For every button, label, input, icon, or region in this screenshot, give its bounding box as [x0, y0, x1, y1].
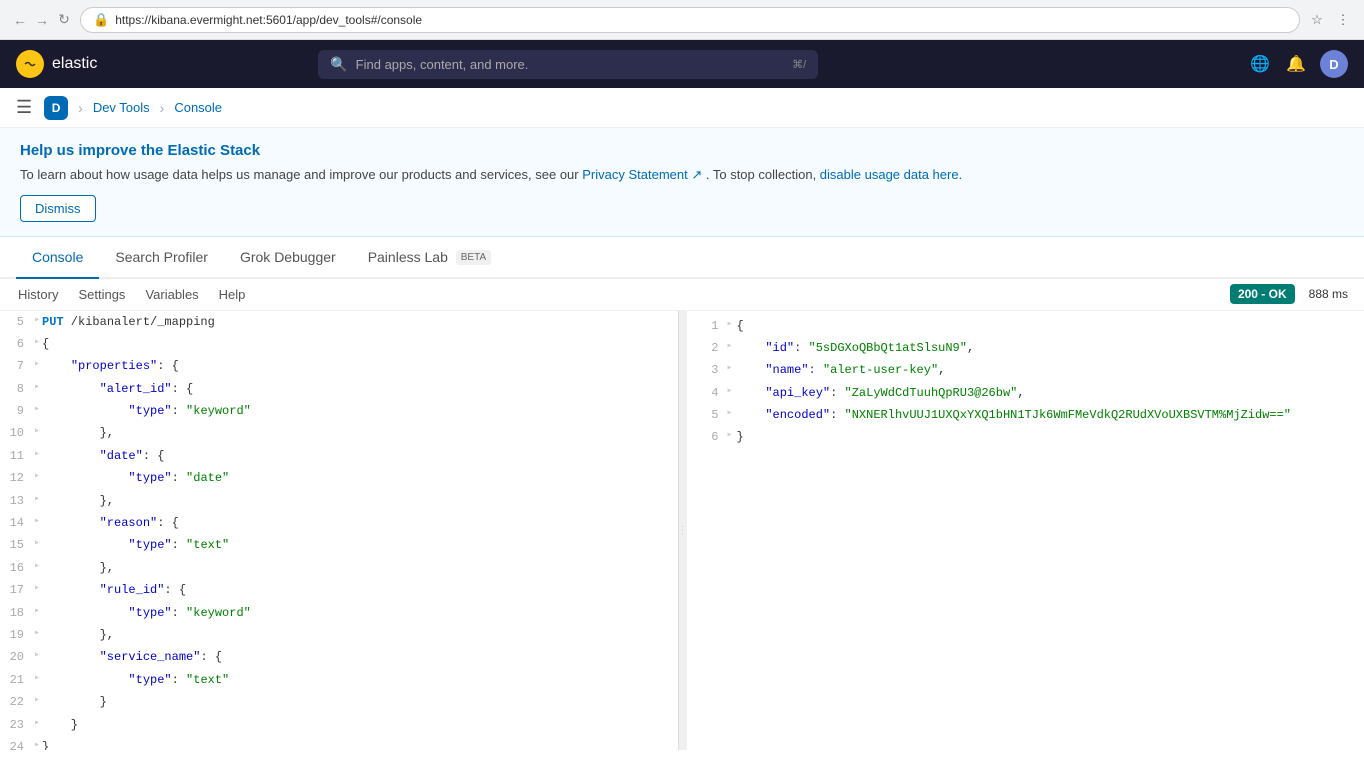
- settings-btn[interactable]: Settings: [76, 283, 127, 306]
- history-btn[interactable]: History: [16, 283, 60, 306]
- code-line-8: 8 ▸ "alert_id": {: [0, 378, 678, 400]
- refresh-button[interactable]: ↻: [56, 12, 72, 28]
- main-area: 5 ▸ PUT /kibanalert/_mapping 6 ▸ { 7 ▸ "…: [0, 311, 1364, 750]
- toolbar-right: 200 - OK 888 ms: [1230, 284, 1348, 304]
- tab-search-profiler[interactable]: Search Profiler: [99, 237, 224, 279]
- beta-badge: BETA: [456, 250, 491, 265]
- top-nav: ☰ D › Dev Tools › Console: [0, 88, 1364, 128]
- response-panel: 1 ▸ { 2 ▸ "id": "5sDGXoQBbQt1atSlsuN9", …: [687, 311, 1364, 750]
- bookmark-icon[interactable]: ☆: [1308, 11, 1326, 29]
- code-line-10: 10 ▸ },: [0, 422, 678, 444]
- global-search[interactable]: 🔍 Find apps, content, and more. ⌘/: [318, 50, 818, 79]
- dismiss-button[interactable]: Dismiss: [20, 195, 96, 222]
- banner-text-after: . To stop collection,: [706, 167, 820, 182]
- code-line-16: 16 ▸ },: [0, 557, 678, 579]
- help-btn[interactable]: Help: [217, 283, 248, 306]
- response-line-5: 5 ▸ "encoded": "NXNERlhvUUJ1UXQxYXQ1bHN1…: [687, 404, 1364, 426]
- tab-grok-debugger[interactable]: Grok Debugger: [224, 237, 352, 279]
- code-line-21: 21 ▸ "type": "text": [0, 669, 678, 691]
- code-line-20: 20 ▸ "service_name": {: [0, 646, 678, 668]
- bell-icon[interactable]: 🔔: [1284, 52, 1308, 76]
- globe-icon[interactable]: 🌐: [1248, 52, 1272, 76]
- banner-text-before: To learn about how usage data helps us m…: [20, 167, 582, 182]
- code-line-7: 7 ▸ "properties": {: [0, 355, 678, 377]
- code-line-22: 22 ▸ }: [0, 691, 678, 713]
- url-bar[interactable]: 🔒 https://kibana.evermight.net:5601/app/…: [80, 7, 1300, 33]
- d-badge: D: [44, 96, 68, 120]
- response-line-6: 6 ▸ }: [687, 426, 1364, 448]
- search-shortcut: ⌘/: [792, 58, 806, 71]
- browser-nav: ← → ↻: [12, 12, 72, 28]
- variables-btn[interactable]: Variables: [143, 283, 200, 306]
- response-time: 888 ms: [1309, 287, 1348, 301]
- browser-actions: ☆ ⋮: [1308, 11, 1352, 29]
- editor-panel[interactable]: 5 ▸ PUT /kibanalert/_mapping 6 ▸ { 7 ▸ "…: [0, 311, 679, 750]
- status-badge: 200 - OK: [1230, 284, 1295, 304]
- code-line-24: 24 ▸ }: [0, 736, 678, 750]
- back-button[interactable]: ←: [12, 12, 28, 28]
- breadcrumb-console[interactable]: Console: [174, 100, 222, 115]
- response-line-4: 4 ▸ "api_key": "ZaLyWdCdTuuhQpRU3@26bw",: [687, 382, 1364, 404]
- banner-title: Help us improve the Elastic Stack: [20, 142, 1344, 159]
- tab-painless-lab[interactable]: Painless Lab BETA: [352, 237, 507, 279]
- code-line-13: 13 ▸ },: [0, 490, 678, 512]
- browser-chrome: ← → ↻ 🔒 https://kibana.evermight.net:560…: [0, 0, 1364, 40]
- breadcrumb-sep-1: ›: [78, 100, 83, 116]
- info-banner: Help us improve the Elastic Stack To lea…: [0, 128, 1364, 237]
- url-text: https://kibana.evermight.net:5601/app/de…: [115, 13, 1287, 27]
- user-avatar[interactable]: D: [1320, 50, 1348, 78]
- response-line-3: 3 ▸ "name": "alert-user-key",: [687, 359, 1364, 381]
- elastic-logo-text: elastic: [52, 55, 97, 73]
- banner-text: To learn about how usage data helps us m…: [20, 165, 1344, 185]
- tabs-bar: Console Search Profiler Grok Debugger Pa…: [0, 237, 1364, 279]
- search-icon: 🔍: [330, 56, 347, 73]
- more-icon[interactable]: ⋮: [1334, 11, 1352, 29]
- code-line-11: 11 ▸ "date": {: [0, 445, 678, 467]
- response-line-2: 2 ▸ "id": "5sDGXoQBbQt1atSlsuN9",: [687, 337, 1364, 359]
- hamburger-menu[interactable]: ☰: [16, 97, 32, 118]
- forward-button[interactable]: →: [34, 12, 50, 28]
- code-line-18: 18 ▸ "type": "keyword": [0, 602, 678, 624]
- elastic-logo-icon: [16, 50, 44, 78]
- privacy-link[interactable]: Privacy Statement ↗: [582, 167, 702, 182]
- elastic-header: elastic 🔍 Find apps, content, and more. …: [0, 40, 1364, 88]
- code-line-6: 6 ▸ {: [0, 333, 678, 355]
- response-line-1: 1 ▸ {: [687, 315, 1364, 337]
- code-line-15: 15 ▸ "type": "text": [0, 534, 678, 556]
- header-right: 🌐 🔔 D: [1248, 50, 1348, 78]
- search-placeholder: Find apps, content, and more.: [356, 57, 529, 72]
- elastic-logo[interactable]: elastic: [16, 50, 97, 78]
- code-line-19: 19 ▸ },: [0, 624, 678, 646]
- code-line-17: 17 ▸ "rule_id": {: [0, 579, 678, 601]
- breadcrumb-devtools[interactable]: Dev Tools: [93, 100, 150, 115]
- breadcrumb-sep-2: ›: [160, 100, 165, 116]
- tab-console[interactable]: Console: [16, 237, 99, 279]
- code-line-12: 12 ▸ "type": "date": [0, 467, 678, 489]
- code-line-23: 23 ▸ }: [0, 714, 678, 736]
- code-line-14: 14 ▸ "reason": {: [0, 512, 678, 534]
- code-line-9: 9 ▸ "type": "keyword": [0, 400, 678, 422]
- disable-link[interactable]: disable usage data here.: [820, 167, 962, 182]
- toolbar: History Settings Variables Help 200 - OK…: [0, 279, 1364, 311]
- panel-divider[interactable]: ⋮: [679, 311, 687, 750]
- code-line-5: 5 ▸ PUT /kibanalert/_mapping: [0, 311, 678, 333]
